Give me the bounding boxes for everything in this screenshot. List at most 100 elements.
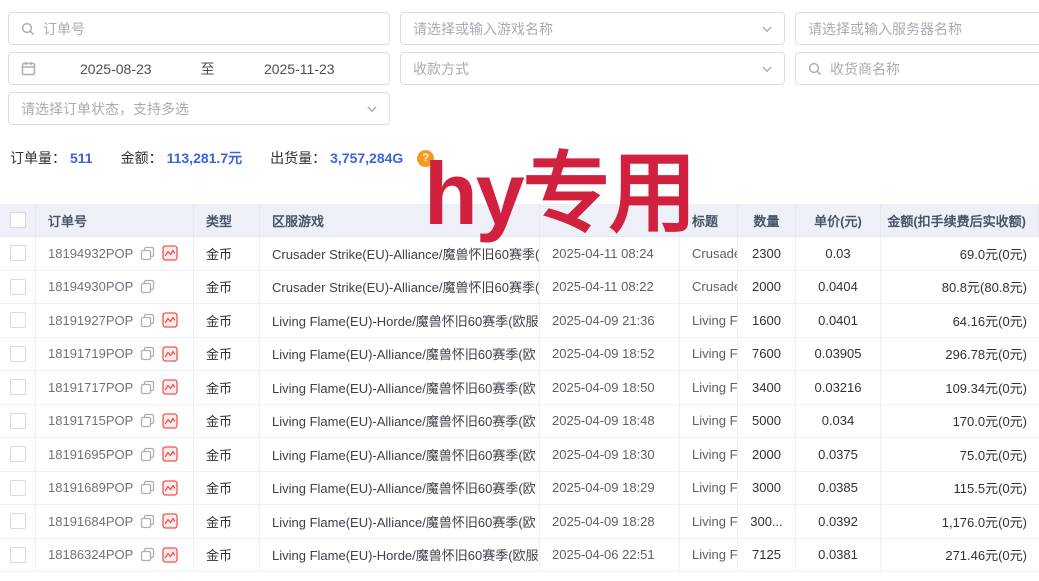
row-checkbox[interactable] (10, 413, 26, 429)
type-cell: 金币 (194, 304, 260, 338)
row-checkbox[interactable] (10, 312, 26, 328)
date-end-value[interactable]: 2025-11-23 (228, 61, 372, 77)
quantity-cell: 5000 (738, 405, 796, 439)
date-separator: 至 (188, 59, 228, 79)
order-number: 18191684POP (48, 514, 133, 529)
game-server-cell: Living Flame(EU)-Alliance/魔兽怀旧60赛季(欧 (260, 472, 540, 506)
copy-icon[interactable] (140, 480, 155, 495)
select-all-checkbox[interactable] (10, 212, 26, 228)
merchant-name-input[interactable]: 收货商名称 (795, 52, 1039, 85)
table-row: 18186324POP金币Living Flame(EU)-Horde/魔兽怀旧… (0, 539, 1039, 573)
screenshot-image-icon[interactable] (162, 513, 178, 529)
row-checkbox[interactable] (10, 379, 26, 395)
order-management-page: 订单号 请选择或输入游戏名称 请选择或输入服务器名称 2025-08-23 至 … (0, 0, 1039, 581)
row-checkbox[interactable] (10, 480, 26, 496)
amount-cell: 69.0元(0元) (881, 237, 1039, 271)
order-time-cell: 2025-04-09 18:52 (540, 338, 680, 372)
order-number: 18191695POP (48, 447, 133, 462)
date-start-value[interactable]: 2025-08-23 (44, 61, 188, 77)
title-cell: Living Flame (680, 338, 738, 372)
server-name-input[interactable]: 请选择或输入服务器名称 (795, 12, 1039, 45)
row-checkbox[interactable] (10, 279, 26, 295)
quantity-cell: 1600 (738, 304, 796, 338)
help-icon[interactable]: ? (417, 150, 434, 167)
order-count-label: 订单量： (10, 148, 66, 168)
order-number: 18191719POP (48, 346, 133, 361)
screenshot-image-icon[interactable] (162, 547, 178, 563)
row-checkbox[interactable] (10, 446, 26, 462)
row-checkbox[interactable] (10, 346, 26, 362)
game-server-cell: Living Flame(EU)-Alliance/魔兽怀旧60赛季(欧 (260, 338, 540, 372)
copy-icon[interactable] (140, 413, 155, 428)
order-number-cell: 18191717POP (36, 371, 194, 405)
order-status-select[interactable]: 请选择订单状态，支持多选 (8, 92, 390, 125)
game-server-cell: Living Flame(EU)-Alliance/魔兽怀旧60赛季(欧 (260, 438, 540, 472)
order-number: 18191689POP (48, 480, 133, 495)
amount-cell: 170.0元(0元) (881, 405, 1039, 439)
copy-icon[interactable] (140, 246, 155, 261)
game-server-cell: Living Flame(EU)-Alliance/魔兽怀旧60赛季(欧 (260, 505, 540, 539)
payment-method-select[interactable]: 收款方式 (400, 52, 785, 85)
order-time-cell: 2025-04-06 22:51 (540, 539, 680, 573)
unit-price-cell: 0.034 (796, 405, 881, 439)
date-range-picker[interactable]: 2025-08-23 至 2025-11-23 (8, 52, 390, 85)
order-time-cell: 2025-04-09 18:30 (540, 438, 680, 472)
order-count-value: 511 (70, 150, 93, 166)
row-checkbox-cell (0, 472, 36, 506)
order-number-cell: 18191715POP (36, 405, 194, 439)
screenshot-image-icon[interactable] (162, 446, 178, 462)
row-checkbox-cell (0, 304, 36, 338)
order-number: 18194930POP (48, 279, 133, 294)
order-number-placeholder: 订单号 (43, 19, 85, 39)
payment-method-placeholder: 收款方式 (413, 59, 469, 79)
table-row: 18191719POP 金币Living Flame(EU)-Alliance/魔… (0, 338, 1039, 372)
amount-cell: 64.16元(0元) (881, 304, 1039, 338)
type-cell: 金币 (194, 438, 260, 472)
order-number-input[interactable]: 订单号 (8, 12, 390, 45)
orders-table: 订单号类型区服游戏标题数量单价(元)金额(扣手续费后实收额) 18194932P… (0, 204, 1039, 572)
amount-cell: 115.5元(0元) (881, 472, 1039, 506)
order-number: 18191927POP (48, 313, 133, 328)
screenshot-image-icon[interactable] (162, 245, 178, 261)
row-checkbox-cell (0, 505, 36, 539)
order-number: 18191715POP (48, 413, 133, 428)
type-cell: 金币 (194, 338, 260, 372)
order-time-cell: 2025-04-09 21:36 (540, 304, 680, 338)
screenshot-image-icon[interactable] (162, 346, 178, 362)
row-checkbox-cell (0, 271, 36, 305)
game-server-cell: Living Flame(EU)-Horde/魔兽怀旧60赛季(欧服 (260, 304, 540, 338)
copy-icon[interactable] (140, 279, 155, 294)
row-checkbox[interactable] (10, 513, 26, 529)
unit-price-cell: 0.0381 (796, 539, 881, 573)
copy-icon[interactable] (140, 313, 155, 328)
title-cell: Crusader Strike (680, 271, 738, 305)
row-checkbox[interactable] (10, 547, 26, 563)
order-number-cell: 18191695POP (36, 438, 194, 472)
row-checkbox-cell (0, 438, 36, 472)
copy-icon[interactable] (140, 380, 155, 395)
screenshot-image-icon[interactable] (162, 480, 178, 496)
game-name-select[interactable]: 请选择或输入游戏名称 (400, 12, 785, 45)
order-time-cell: 2025-04-09 18:29 (540, 472, 680, 506)
screenshot-image-icon[interactable] (162, 413, 178, 429)
game-server-cell: Living Flame(EU)-Alliance/魔兽怀旧60赛季(欧 (260, 371, 540, 405)
table-row: 18194930POP金币Crusader Strike(EU)-Allianc… (0, 271, 1039, 305)
unit-price-cell: 0.03 (796, 237, 881, 271)
row-checkbox[interactable] (10, 245, 26, 261)
order-number-cell: 18191689POP (36, 472, 194, 506)
copy-icon[interactable] (140, 547, 155, 562)
copy-icon[interactable] (140, 346, 155, 361)
amount-cell: 271.46元(0元) (881, 539, 1039, 573)
title-cell: Living Flame (680, 472, 738, 506)
server-name-placeholder: 请选择或输入服务器名称 (808, 19, 962, 39)
unit-price-cell: 0.0385 (796, 472, 881, 506)
game-server-cell: Crusader Strike(EU)-Alliance/魔兽怀旧60赛季(欧 (260, 271, 540, 305)
game-server-cell: Crusader Strike(EU)-Alliance/魔兽怀旧60赛季(欧 (260, 237, 540, 271)
table-header-row: 订单号类型区服游戏标题数量单价(元)金额(扣手续费后实收额) (0, 204, 1039, 237)
copy-icon[interactable] (140, 447, 155, 462)
order-number: 18186324POP (48, 547, 133, 562)
copy-icon[interactable] (140, 514, 155, 529)
quantity-cell: 2000 (738, 438, 796, 472)
screenshot-image-icon[interactable] (162, 312, 178, 328)
screenshot-image-icon[interactable] (162, 379, 178, 395)
